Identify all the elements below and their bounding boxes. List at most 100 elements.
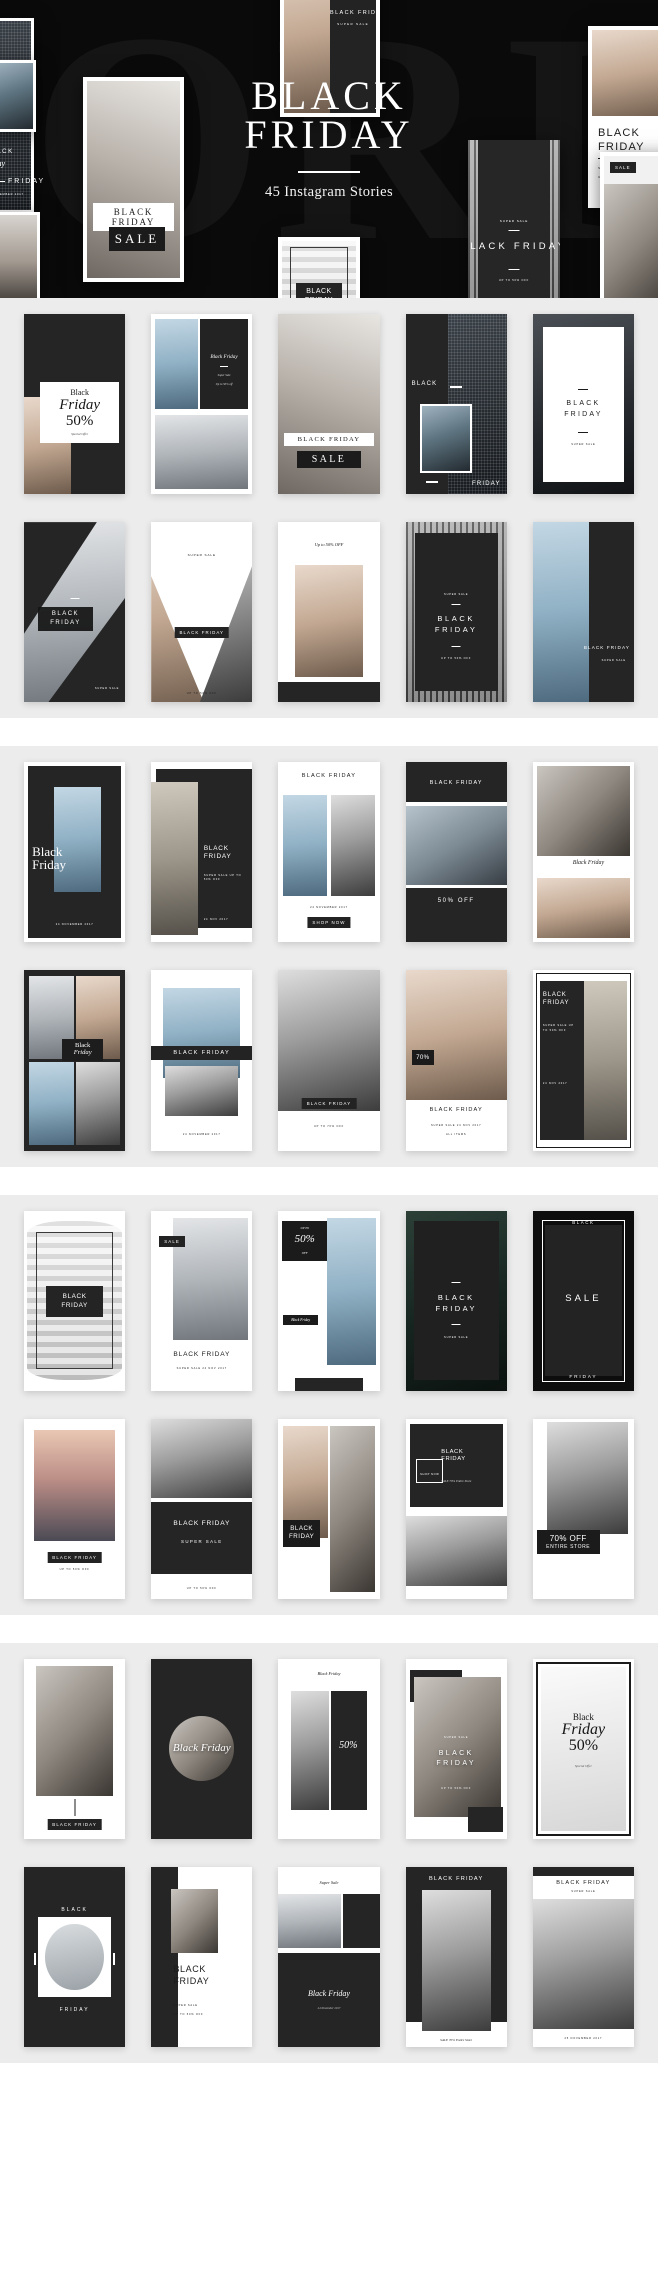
section-1-grid: Black Friday 50% Special Offer Black Fri… bbox=[0, 314, 658, 703]
hero-banner: ORI BLACK friday 24 NOVEMBER 2017 FRIDAY bbox=[0, 0, 658, 298]
card-2-3-button[interactable]: SHOP NOW bbox=[307, 917, 351, 929]
card-3-7[interactable]: BLACK FRIDAY SUPER SALE UP TO 50% OFF bbox=[151, 1418, 253, 1599]
card-1-5-l2: FRIDAY bbox=[564, 410, 603, 418]
card-4-4[interactable]: SUPER SALE BLACK FRIDAY UP TO 50% OFF bbox=[405, 1658, 507, 1839]
card-1-1[interactable]: Black Friday 50% Special Offer bbox=[24, 314, 126, 495]
card-2-1[interactable]: Black Friday 24 NOVEMBER 2017 bbox=[24, 762, 126, 943]
card-2-10[interactable]: BLACK FRIDAY SUPER SALE UP TO 50% OFF 24… bbox=[532, 970, 634, 1151]
card-1-1-l3: 50% bbox=[65, 412, 94, 429]
card-2-8[interactable]: BLACK FRIDAY UP TO 70% OFF bbox=[278, 970, 380, 1151]
card-2-3[interactable]: BLACK FRIDAY 24 NOVEMBER 2017 SHOP NOW bbox=[278, 762, 380, 943]
card-1-6-box: BLACK FRIDAY bbox=[38, 606, 93, 632]
card-3-2-l2: BLACK FRIDAY bbox=[173, 1351, 231, 1359]
card-3-5[interactable]: BLACK SALE FRIDAY bbox=[532, 1210, 634, 1391]
card-1-9-l2: BLACK bbox=[437, 613, 475, 623]
card-1-4[interactable]: BLACK FRIDAY bbox=[405, 314, 507, 495]
card-2-5[interactable]: Black Friday bbox=[532, 762, 634, 943]
card-1-5[interactable]: BLACK FRIDAY SUPER SALE bbox=[532, 314, 634, 495]
card-1-3-l2: SALE bbox=[311, 453, 347, 465]
card-3-10[interactable]: 70% OFF ENTIRE STORE bbox=[532, 1418, 634, 1599]
card-1-1-l2: Friday bbox=[59, 396, 101, 413]
card-1-8-l1: Up to 50% OFF bbox=[314, 541, 344, 547]
card-1-9-l1: SUPER SALE bbox=[444, 593, 469, 597]
card-2-9[interactable]: 70% BLACK FRIDAY SUPER SALE 24 NOV 2017 … bbox=[405, 970, 507, 1151]
card-4-5[interactable]: Black Friday 50% Special Offer bbox=[532, 1658, 634, 1839]
card-4-8-l2: Black Friday bbox=[307, 1989, 350, 1999]
card-1-9-dash-bot bbox=[451, 645, 461, 647]
section-gap-2 bbox=[0, 1166, 658, 1195]
section-1: Black Friday 50% Special Offer Black Fri… bbox=[0, 298, 658, 719]
card-1-7[interactable]: SUPER SALE BLACK FRIDAY UP TO 50% OFF bbox=[151, 522, 253, 703]
card-3-6[interactable]: BLACK FRIDAY UP TO 50% OFF bbox=[24, 1418, 126, 1599]
card-4-3[interactable]: Black Friday 50% bbox=[278, 1658, 380, 1839]
card-1-2-panel: Black Friday Super Sale Up to 50% off bbox=[199, 319, 249, 410]
card-4-6-l1: BLACK bbox=[61, 1906, 88, 1913]
hero-subtitle: 45 Instagram Stories bbox=[264, 184, 393, 201]
card-4-9-l2: SALE 70% Entire Store bbox=[440, 2037, 473, 2042]
card-1-2[interactable]: Black Friday Super Sale Up to 50% off bbox=[151, 314, 253, 495]
card-2-2-l2: FRIDAY bbox=[203, 853, 232, 861]
card-3-3-l2: 50% bbox=[294, 1233, 315, 1246]
card-2-7[interactable]: BLACK FRIDAY 24 NOVEMBER 2017 bbox=[151, 970, 253, 1151]
card-3-7-footer: BLACK FRIDAY SUPER SALE bbox=[151, 1501, 253, 1574]
card-4-7[interactable]: BLACK FRIDAY SUPER SALE UP TO 50% OFF bbox=[151, 1866, 253, 2048]
card-3-2-l3: SUPER SALE 24 NOV 2017 bbox=[176, 1367, 227, 1371]
card-3-9-l4: SALE 70% Entire Store bbox=[441, 1478, 472, 1483]
card-3-4[interactable]: BLACK FRIDAY SUPER SALE bbox=[405, 1210, 507, 1391]
card-1-8[interactable]: Up to 50% OFF bbox=[278, 522, 380, 703]
hero-center-block: BLACK FRIDAY 45 Instagram Stories bbox=[0, 73, 658, 201]
card-3-10-l2: 70% OFF bbox=[549, 1534, 587, 1544]
card-2-8-l2: UP TO 70% OFF bbox=[313, 1125, 344, 1129]
card-3-6-l1: BLACK FRIDAY bbox=[47, 1551, 102, 1563]
hero-mockup-right-panel-line1: SUPER SALE bbox=[499, 219, 529, 223]
card-4-2[interactable]: Black Friday bbox=[151, 1658, 253, 1839]
card-2-7-l1: BLACK FRIDAY bbox=[173, 1050, 231, 1057]
card-1-7-l2: BLACK FRIDAY bbox=[174, 626, 230, 638]
card-1-9[interactable]: SUPER SALE BLACK FRIDAY UP TO 50% OFF bbox=[405, 522, 507, 703]
card-3-4-dash-bot bbox=[451, 1324, 461, 1326]
card-2-10-l4: 24 NOV 2017 bbox=[542, 1082, 568, 1086]
hero-title-line1: BLACK bbox=[251, 73, 407, 118]
card-3-9-shopnow[interactable]: SHOP NOW bbox=[416, 1458, 444, 1483]
card-1-10[interactable]: BLACK FRIDAY SUPER SALE bbox=[532, 522, 634, 703]
card-1-5-l1: BLACK bbox=[566, 400, 601, 408]
card-3-8[interactable]: BLACK FRIDAY bbox=[278, 1418, 380, 1599]
card-2-4[interactable]: BLACK FRIDAY 50% OFF bbox=[405, 762, 507, 943]
card-1-2-l1: Black Friday bbox=[210, 353, 238, 360]
card-4-8[interactable]: Super Sale Black Friday 24 November 2017 bbox=[278, 1866, 380, 2048]
card-2-6[interactable]: Black Friday bbox=[24, 970, 126, 1151]
hero-mockup-bottom-center-line2: FRIDAY bbox=[305, 297, 333, 298]
card-3-8-l1: BLACK bbox=[290, 1524, 314, 1532]
card-3-4-l2: FRIDAY bbox=[435, 1303, 477, 1313]
card-3-4-dash-top bbox=[451, 1281, 461, 1283]
card-2-2-l1: BLACK bbox=[203, 845, 229, 853]
card-4-7-l3: SUPER SALE bbox=[173, 2003, 198, 2007]
card-3-1[interactable]: BLACK FRIDAY bbox=[24, 1210, 126, 1391]
card-4-1[interactable]: BLACK FRIDAY bbox=[24, 1658, 126, 1839]
card-4-1-line bbox=[74, 1799, 76, 1816]
card-3-3[interactable]: UP TO 50% OFF Black Friday bbox=[278, 1210, 380, 1391]
card-4-8-l3: 24 November 2017 bbox=[317, 2005, 341, 2010]
card-2-6-badge: Black Friday bbox=[62, 1038, 103, 1061]
card-1-10-l2: SUPER SALE bbox=[601, 659, 626, 663]
card-1-3[interactable]: BLACK FRIDAY SALE bbox=[278, 314, 380, 495]
card-4-4-l3: FRIDAY bbox=[436, 1760, 476, 1768]
section-2-grid: Black Friday 24 NOVEMBER 2017 BLACK FRID… bbox=[0, 762, 658, 1151]
card-2-4-header: BLACK FRIDAY bbox=[405, 762, 507, 802]
hero-mockup-bottom-center: BLACK FRIDAY bbox=[278, 237, 360, 298]
card-3-2[interactable]: SALE BLACK FRIDAY SUPER SALE 24 NOV 2017 bbox=[151, 1210, 253, 1391]
hero-divider bbox=[298, 171, 360, 174]
card-2-9-l1: 70% bbox=[416, 1053, 430, 1061]
card-3-9[interactable]: SHOP NOW BLACK FRIDAY SALE 70% Entire St… bbox=[405, 1418, 507, 1599]
card-4-9[interactable]: BLACK FRIDAY SALE 70% Entire Store bbox=[405, 1866, 507, 2048]
card-2-2[interactable]: BLACK FRIDAY SUPER SALE UP TO 50% OFF 24… bbox=[151, 762, 253, 943]
card-4-10-l1: BLACK FRIDAY bbox=[556, 1879, 611, 1886]
card-4-6[interactable]: BLACK FRIDAY bbox=[24, 1866, 126, 2048]
card-4-10[interactable]: BLACK FRIDAY SUPER SALE 25 NOVEMBER 2017 bbox=[532, 1866, 634, 2048]
card-3-9-l2: BLACK bbox=[441, 1448, 464, 1455]
card-3-3-l1: UP TO bbox=[300, 1226, 309, 1231]
hero-mockup-bottom-center-box: BLACK FRIDAY bbox=[296, 283, 342, 298]
card-1-3-box: SALE bbox=[296, 450, 362, 468]
card-1-6[interactable]: BLACK FRIDAY SUPER SALE bbox=[24, 522, 126, 703]
card-1-9-l3: FRIDAY bbox=[434, 624, 478, 634]
